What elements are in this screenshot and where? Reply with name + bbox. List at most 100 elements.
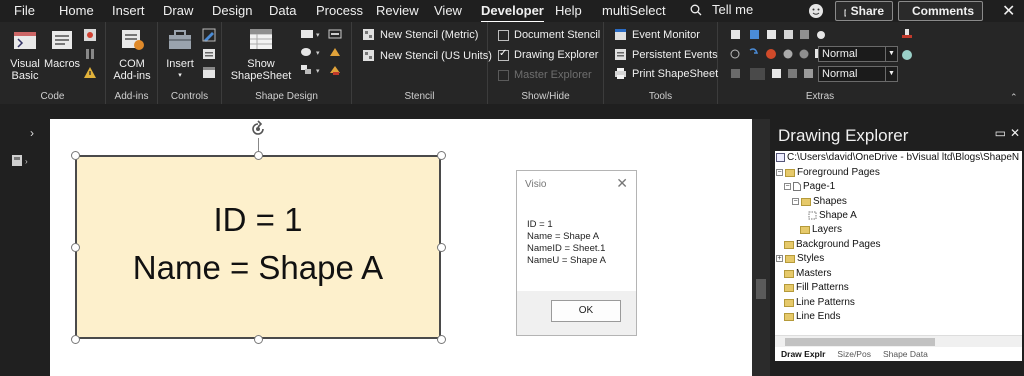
behavior-icon[interactable] — [328, 46, 342, 58]
new-stencil-us-button[interactable]: New Stencil (US Units) — [362, 49, 492, 62]
view-code-icon[interactable] — [202, 66, 216, 79]
tree-node-line-ends[interactable]: Line Ends — [784, 311, 840, 322]
tree-node-label: Fill Patterns — [796, 282, 849, 293]
ok-button[interactable]: OK — [551, 300, 621, 322]
tree-node-page-1[interactable]: − Page-1 — [784, 181, 835, 192]
explorer-tree[interactable]: C:\Users\david\OneDrive - bVisual ltd\Bl… — [775, 151, 1022, 361]
event-monitor-button[interactable]: Event Monitor — [614, 28, 700, 41]
extras-toolbar-row-1[interactable] — [730, 28, 826, 42]
tab-view[interactable]: View — [434, 3, 462, 18]
tab-review[interactable]: Review — [376, 3, 419, 18]
horizontal-scrollbar[interactable] — [775, 335, 1022, 347]
style-combo-2[interactable]: Normal ▼ — [818, 66, 898, 82]
close-icon[interactable]: ✕ — [1002, 1, 1015, 21]
print-icon — [615, 68, 626, 79]
tree-node-styles[interactable]: + Styles — [776, 253, 824, 264]
selection-handle[interactable] — [71, 151, 80, 160]
comments-button[interactable]: Comments — [898, 1, 983, 21]
collapse-icon[interactable]: − — [776, 169, 783, 176]
tree-node-masters[interactable]: Masters — [784, 268, 832, 279]
tree-node-fill-patterns[interactable]: Fill Patterns — [784, 282, 849, 293]
tab-draw[interactable]: Draw — [163, 3, 193, 18]
selection-handle[interactable] — [437, 243, 446, 252]
collapse-icon[interactable]: − — [784, 183, 791, 190]
selection-handle[interactable] — [437, 151, 446, 160]
tree-root[interactable]: C:\Users\david\OneDrive - bVisual ltd\Bl… — [776, 152, 1019, 163]
macro-security-icon[interactable] — [83, 66, 97, 79]
style-combo-1[interactable]: Normal ▼ — [818, 46, 898, 62]
tree-node-label: Foreground Pages — [797, 167, 880, 178]
shape-operations-icon[interactable]: ▾ — [300, 46, 322, 58]
shape-name-icon[interactable] — [328, 28, 342, 40]
macros-icon — [52, 31, 72, 49]
protection-icon[interactable] — [328, 64, 342, 76]
tab-shape-data[interactable]: Shape Data — [883, 349, 928, 359]
selection-handle[interactable] — [71, 243, 80, 252]
tree-node-label: Layers — [812, 224, 843, 235]
tab-size-pos[interactable]: Size/Pos — [837, 349, 871, 359]
properties-icon[interactable] — [202, 48, 216, 60]
expand-icon[interactable]: + — [776, 255, 783, 262]
rectangle-tool-icon[interactable]: ▾ — [300, 28, 322, 40]
close-icon[interactable]: ✕ — [616, 175, 628, 192]
pause-icon[interactable] — [83, 48, 97, 60]
selection-handle[interactable] — [254, 335, 263, 344]
tab-help[interactable]: Help — [555, 3, 582, 18]
tab-process[interactable]: Process — [316, 3, 363, 18]
circle-tool-icon[interactable] — [900, 48, 914, 62]
insert-control-button[interactable]: Insert ▾ — [162, 26, 198, 82]
expand-shapes-icon[interactable]: › — [30, 126, 34, 140]
selection-handle[interactable] — [71, 335, 80, 344]
folder-icon — [801, 197, 811, 206]
share-button[interactable]: Share — [835, 1, 893, 21]
print-shapesheet-button[interactable]: Print ShapeSheet — [614, 67, 718, 80]
extras-toolbar-row-2[interactable] — [730, 47, 826, 61]
tab-design[interactable]: Design — [212, 3, 252, 18]
insert-control-label: Insert — [166, 58, 194, 70]
com-addins-button[interactable]: COM Add-ins — [108, 26, 156, 82]
tab-insert[interactable]: Insert — [112, 3, 145, 18]
tree-node-line-patterns[interactable]: Line Patterns — [784, 297, 855, 308]
tab-data[interactable]: Data — [269, 3, 296, 18]
selection-handle[interactable] — [254, 151, 263, 160]
tab-developer[interactable]: Developer — [481, 3, 544, 23]
show-shapesheet-button[interactable]: Show ShapeSheet — [230, 26, 292, 82]
scroll-thumb[interactable] — [785, 338, 935, 346]
message-box-body: ID = 1 Name = Shape A NameID = Sheet.1 N… — [527, 219, 606, 267]
group-shapes-icon[interactable]: ▾ — [300, 64, 322, 76]
tree-node-foreground-pages[interactable]: − Foreground Pages — [776, 167, 880, 178]
record-macro-icon[interactable] — [83, 28, 97, 42]
maximize-icon[interactable]: ▭ — [995, 126, 1006, 140]
collapse-ribbon-icon[interactable]: ⌃ — [1010, 92, 1018, 103]
tab-multiselect[interactable]: multiSelect — [602, 3, 666, 18]
smiley-feedback-icon[interactable] — [808, 3, 824, 19]
tab-home[interactable]: Home — [59, 3, 94, 18]
scroll-thumb[interactable] — [756, 279, 766, 299]
master-explorer-checkbox[interactable]: Master Explorer — [498, 69, 592, 81]
group-tools: Event Monitor Persistent Events Print Sh… — [604, 22, 718, 104]
tell-me-search[interactable]: Tell me — [690, 2, 753, 17]
tree-node-background-pages[interactable]: Background Pages — [784, 239, 881, 250]
design-mode-icon[interactable] — [202, 28, 216, 42]
drawing-explorer-checkbox[interactable]: Drawing Explorer — [498, 48, 598, 61]
shape-a[interactable]: ID = 1 Name = Shape A — [75, 155, 441, 339]
tab-draw-explr[interactable]: Draw Explr — [781, 349, 825, 359]
visual-basic-button[interactable]: Visual Basic — [6, 26, 44, 82]
rotation-handle-icon[interactable] — [249, 120, 267, 138]
macros-button[interactable]: Macros — [44, 26, 80, 70]
tree-node-shape-a[interactable]: Shape A — [808, 210, 857, 221]
selection-handle[interactable] — [437, 335, 446, 344]
tree-node-layers[interactable]: Layers — [800, 224, 842, 235]
close-icon[interactable]: ✕ — [1010, 126, 1020, 140]
extras-group-label: Extras — [805, 91, 835, 102]
collapse-icon[interactable]: − — [792, 198, 799, 205]
tree-node-shapes[interactable]: − Shapes — [792, 196, 847, 207]
new-stencil-metric-button[interactable]: New Stencil (Metric) — [362, 28, 478, 41]
vertical-scrollbar[interactable] — [752, 119, 770, 376]
shapes-window-icon[interactable]: › — [11, 154, 33, 168]
extras-toolbar-row-3[interactable] — [730, 67, 826, 81]
tab-file[interactable]: File — [14, 3, 35, 18]
persistent-events-button[interactable]: Persistent Events — [614, 48, 718, 61]
stamp-icon[interactable] — [900, 28, 914, 42]
document-stencil-checkbox[interactable]: Document Stencil — [498, 29, 600, 41]
